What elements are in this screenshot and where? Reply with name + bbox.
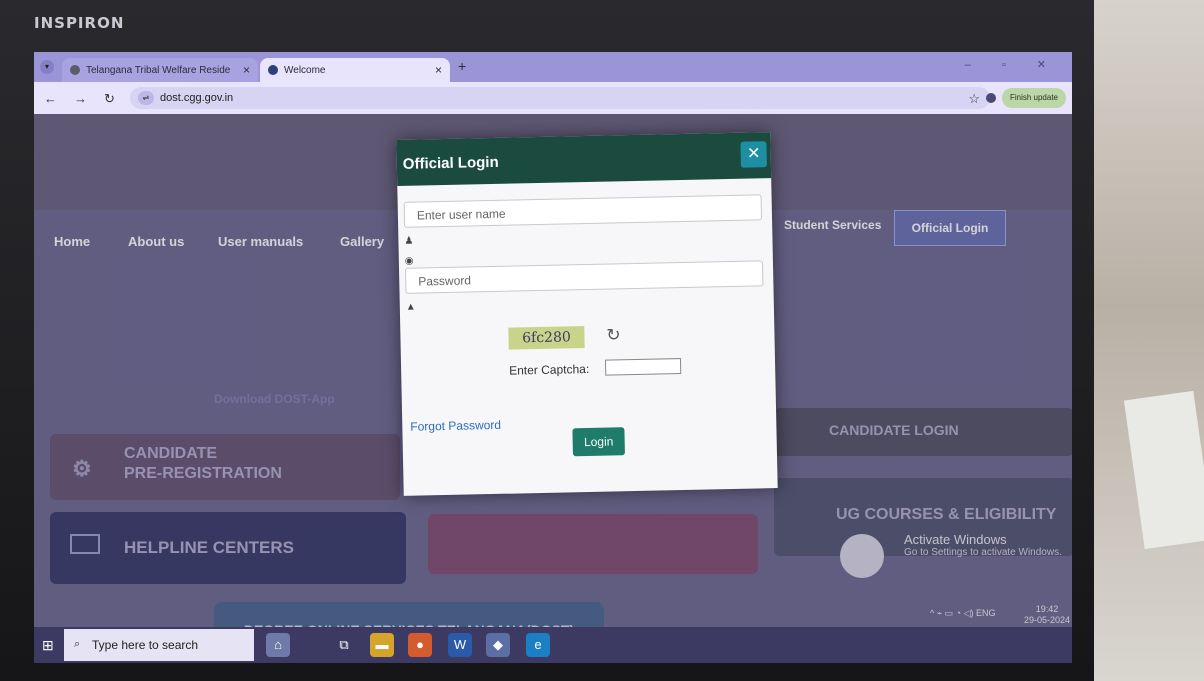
laptop-screen: ▾ Telangana Tribal Welfare Reside × Welc… — [34, 52, 1072, 663]
site-favicon-icon — [268, 65, 278, 75]
captcha-input[interactable] — [604, 358, 682, 376]
forgot-password-link[interactable]: Forgot Password — [410, 418, 501, 434]
windows-taskbar: ⊞ ⌕ Type here to search ⌂ ⧉ ▬ ● W ◆ e — [34, 627, 1072, 663]
bookmark-star-icon[interactable]: ☆ — [968, 91, 980, 107]
search-placeholder: Type here to search — [92, 638, 199, 652]
tab-label: Welcome — [284, 64, 326, 76]
browser-address-bar: ← → ↻ ⇌ dost.cgg.gov.in ☆ Finish update — [34, 82, 1072, 114]
site-info-icon[interactable]: ⇌ — [138, 91, 154, 105]
url-bar[interactable]: ⇌ dost.cgg.gov.in — [130, 87, 990, 109]
finish-update-button[interactable]: Finish update — [1001, 88, 1066, 108]
modal-header: Official Login ✕ — [396, 132, 772, 186]
eye-icon[interactable]: ◉ — [405, 256, 414, 267]
login-button[interactable]: Login — [572, 427, 625, 457]
new-tab-button[interactable]: + — [458, 58, 466, 74]
laptop-brand: INSPIRON — [34, 14, 125, 32]
tab-telangana[interactable]: Telangana Tribal Welfare Reside × — [62, 58, 258, 82]
taskbar-search[interactable]: ⌕ Type here to search — [64, 629, 254, 661]
tab-close-icon[interactable]: × — [435, 63, 442, 77]
chrome-icon[interactable]: ● — [408, 633, 432, 657]
paper-note — [1123, 390, 1204, 550]
app-icon[interactable]: ◆ — [486, 633, 510, 657]
browser-tab-bar: ▾ Telangana Tribal Welfare Reside × Welc… — [34, 52, 1072, 82]
tab-close-icon[interactable]: × — [243, 63, 250, 77]
tab-welcome[interactable]: Welcome × — [260, 58, 450, 82]
task-view-icon[interactable]: ⧉ — [332, 633, 356, 657]
search-icon: ⌕ — [74, 638, 81, 650]
modal-title: Official Login — [402, 153, 499, 173]
captcha-image: 6fc280 — [508, 326, 585, 350]
refresh-captcha-icon[interactable]: ↻ — [606, 325, 621, 345]
windows-start-icon[interactable]: ⊞ — [42, 637, 54, 654]
profile-icon[interactable] — [986, 93, 996, 103]
reload-icon[interactable]: ↻ — [104, 91, 115, 107]
user-icon: ♟ — [404, 235, 414, 247]
site-favicon-icon — [70, 65, 80, 75]
edge-icon[interactable]: e — [526, 633, 550, 657]
forward-icon[interactable]: → — [74, 91, 87, 106]
password-field[interactable]: Password — [404, 260, 764, 294]
window-controls[interactable]: – ▫ ✕ — [965, 58, 1060, 71]
close-icon[interactable]: ✕ — [740, 141, 767, 168]
desk-background — [1094, 0, 1204, 681]
back-icon[interactable]: ← — [44, 91, 57, 106]
lock-icon: ▲ — [405, 301, 416, 313]
captcha-label: Enter Captcha: — [509, 361, 590, 378]
tab-label: Telangana Tribal Welfare Reside — [86, 64, 231, 76]
username-field[interactable]: Enter user name — [403, 194, 763, 228]
word-icon[interactable]: W — [448, 633, 472, 657]
cortana-icon[interactable]: ⌂ — [266, 633, 290, 657]
file-explorer-icon[interactable]: ▬ — [370, 633, 394, 657]
url-text: dost.cgg.gov.in — [160, 92, 234, 104]
tab-search-icon[interactable]: ▾ — [40, 60, 54, 74]
official-login-modal: Official Login ✕ Enter user name ♟ ◉ Pas… — [396, 132, 778, 496]
